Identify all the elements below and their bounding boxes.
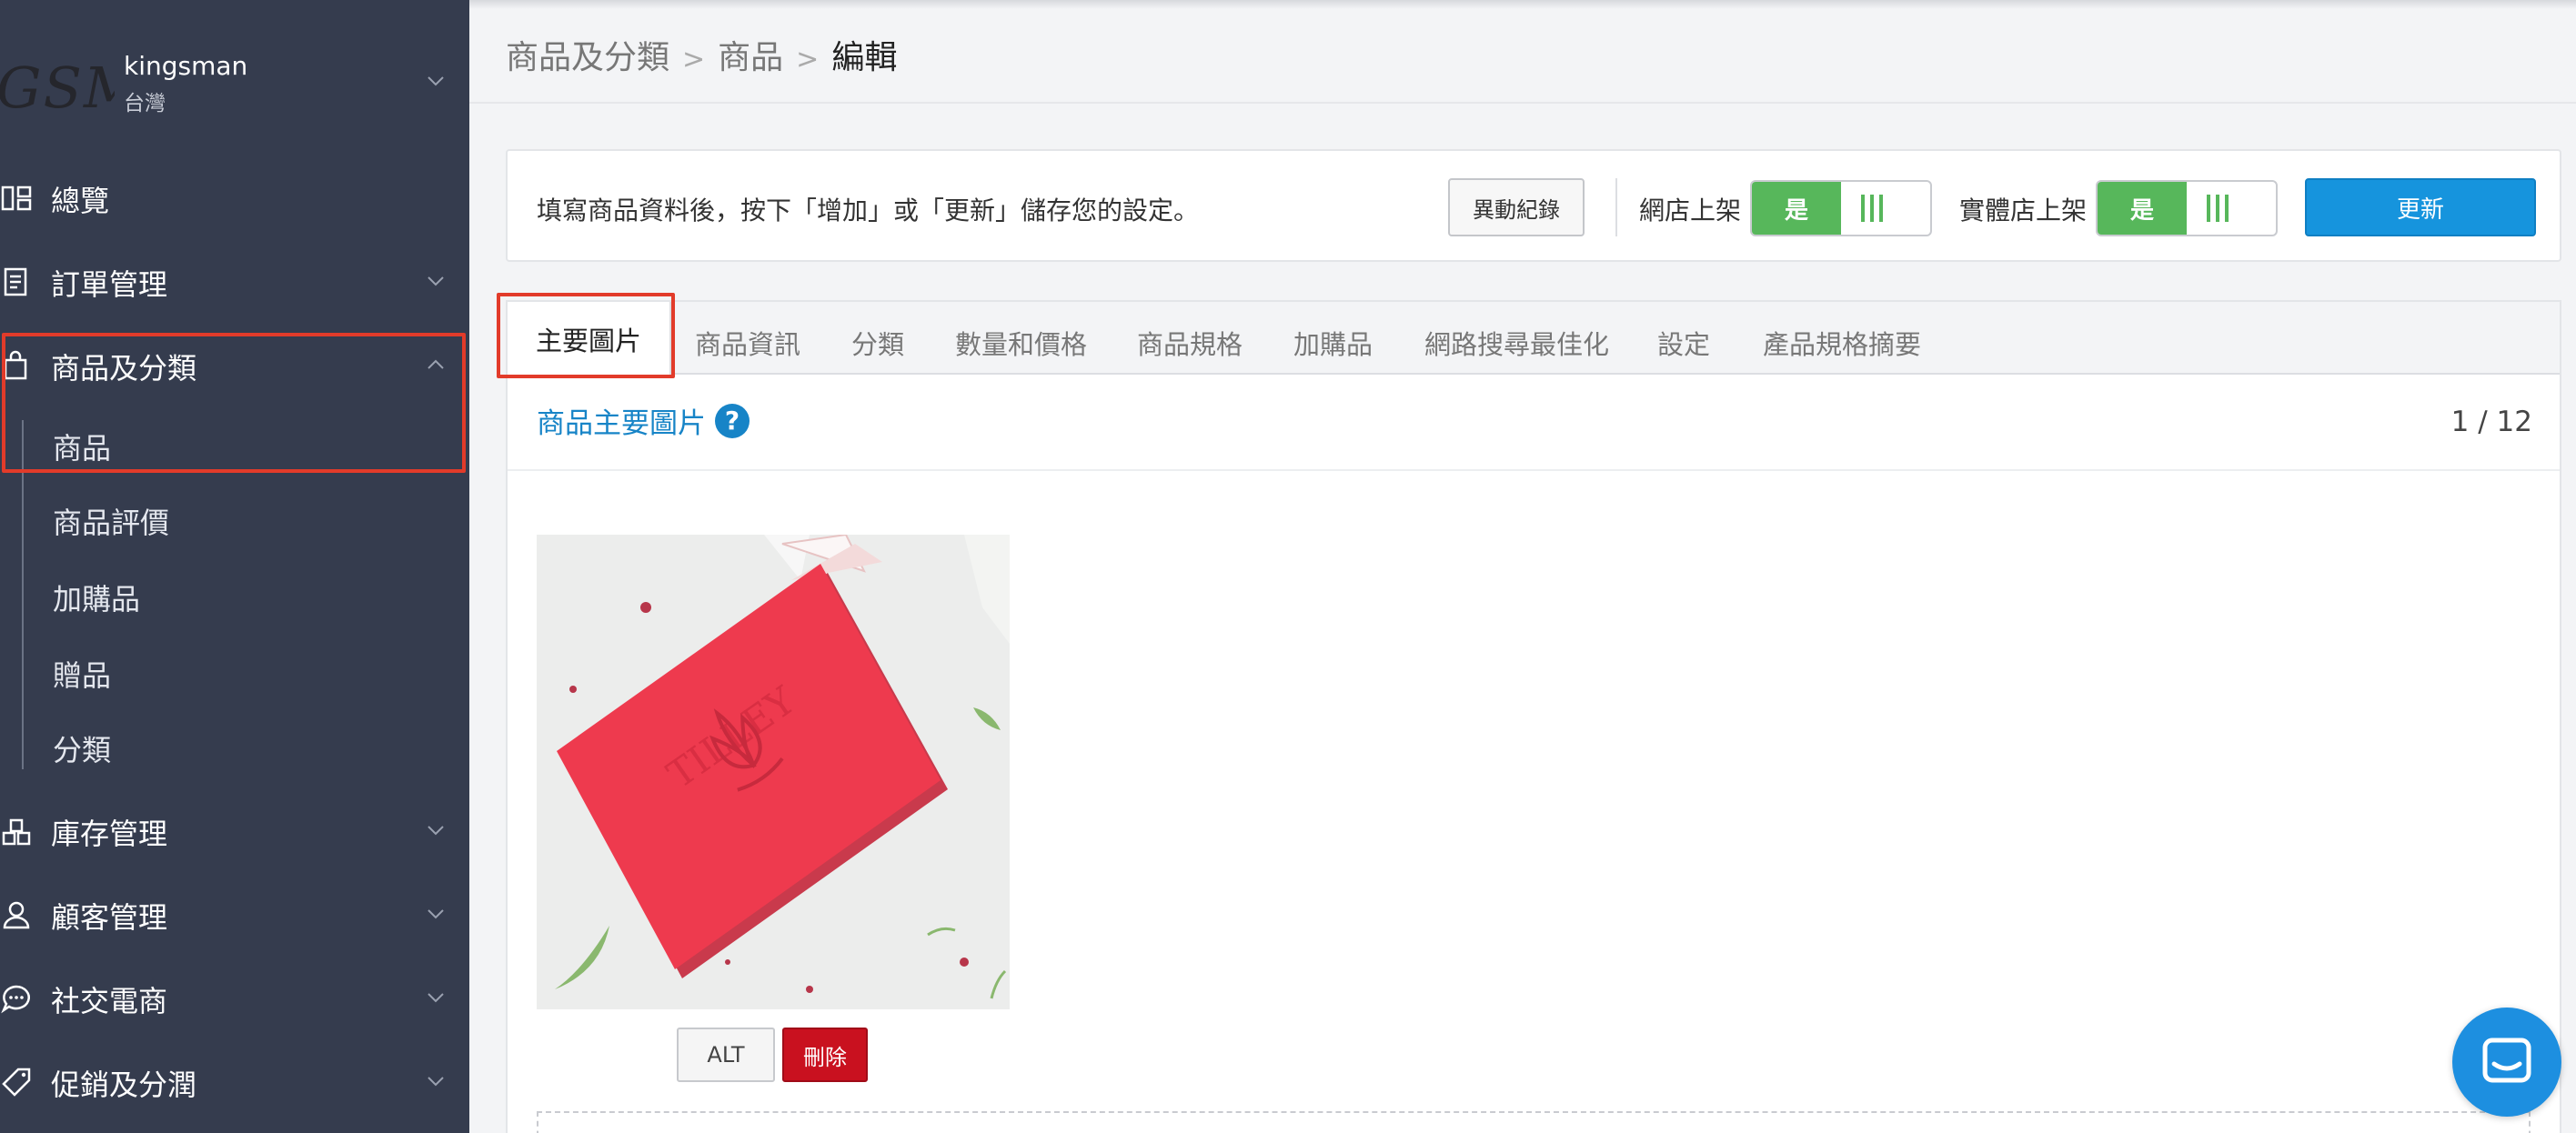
online-store-label: 網店上架: [1639, 196, 1742, 226]
sidebar-item-inventory[interactable]: 庫存管理: [0, 793, 469, 866]
user-icon: [0, 898, 33, 931]
toggle-grip-icon: [1861, 195, 1883, 222]
tab-settings[interactable]: 設定: [1657, 324, 1710, 362]
chevron-down-icon: [426, 820, 446, 840]
breadcrumb-separator: >: [682, 44, 706, 75]
sidebar-subitem-categories[interactable]: 分類: [53, 727, 111, 769]
sidebar-subitem-addons[interactable]: 加購品: [53, 577, 140, 618]
highlight-annotation: [497, 293, 675, 378]
section-divider: [508, 469, 2560, 471]
tab-quantity-price[interactable]: 數量和價格: [955, 324, 1087, 362]
history-button[interactable]: 異動紀錄: [1448, 178, 1585, 236]
product-edit-panel: 主要圖片 商品資訊 分類 數量和價格 商品規格 加購品 網路搜尋最佳化 設定 產…: [506, 300, 2561, 1133]
chevron-down-icon: [426, 71, 446, 91]
sidebar: GSM kingsman 台灣 總覽 訂單管理 商品及分類 商品 商品評價 加購…: [0, 0, 469, 1133]
chevron-down-icon: [426, 271, 446, 291]
toggle-on-label: 是: [1752, 182, 1841, 235]
highlight-annotation: [2, 333, 466, 473]
receipt-icon: [0, 266, 33, 298]
sidebar-item-label: 庫存管理: [51, 817, 168, 851]
instruction-text: 填寫商品資料後，按下「增加」或「更新」儲存您的設定。: [537, 196, 1200, 226]
chat-support-button[interactable]: [2452, 1008, 2561, 1117]
sidebar-item-label: 訂單管理: [51, 267, 168, 302]
online-store-toggle[interactable]: 是: [1750, 180, 1932, 236]
sidebar-subitem-reviews[interactable]: 商品評價: [53, 500, 169, 542]
chat-icon: [2482, 1038, 2531, 1083]
delete-image-button[interactable]: 刪除: [782, 1028, 868, 1082]
help-icon[interactable]: ?: [715, 403, 750, 438]
tab-spec-summary[interactable]: 產品規格摘要: [1763, 324, 1921, 362]
sidebar-item-orders[interactable]: 訂單管理: [0, 244, 469, 316]
top-shadow: [469, 0, 2576, 9]
tab-categories[interactable]: 分類: [851, 324, 904, 362]
breadcrumb-separator: >: [796, 44, 820, 75]
sidebar-item-social-commerce[interactable]: 社交電商: [0, 960, 469, 1033]
breadcrumb: 商品及分類 > 商品 > 編輯: [506, 31, 897, 78]
physical-store-label: 實體店上架: [1959, 196, 2088, 226]
inventory-icon: [0, 815, 33, 847]
tab-specifications[interactable]: 商品規格: [1137, 324, 1243, 362]
tab-product-info[interactable]: 商品資訊: [695, 324, 800, 362]
section-title-text: 商品主要圖片: [537, 407, 706, 440]
store-name: kingsman: [124, 51, 248, 81]
sidebar-item-customers[interactable]: 顧客管理: [0, 877, 469, 949]
store-switcher[interactable]: GSM kingsman 台灣: [0, 36, 469, 127]
alt-text-button[interactable]: ALT: [677, 1028, 775, 1082]
tab-bar: 主要圖片 商品資訊 分類 數量和價格 商品規格 加購品 網路搜尋最佳化 設定 產…: [508, 302, 2560, 376]
store-logo: GSM: [0, 55, 115, 121]
physical-store-toggle[interactable]: 是: [2096, 180, 2278, 236]
header-divider: [469, 102, 2576, 104]
image-counter: 1 / 12: [2450, 406, 2532, 438]
sidebar-item-label: 顧客管理: [51, 900, 168, 935]
sidebar-item-label: 社交電商: [51, 984, 168, 1018]
store-region: 台灣: [124, 92, 166, 115]
action-bar: 填寫商品資料後，按下「增加」或「更新」儲存您的設定。 異動紀錄 網店上架 是 實…: [506, 149, 2561, 262]
image-upload-dropzone[interactable]: [537, 1111, 2531, 1133]
dashboard-icon: [0, 182, 33, 215]
section-title: 商品主要圖片 ?: [537, 400, 750, 441]
breadcrumb-item[interactable]: 商品: [718, 39, 783, 76]
sidebar-item-promotions[interactable]: 促銷及分潤: [0, 1044, 469, 1117]
chat-icon: [0, 982, 33, 1015]
update-button[interactable]: 更新: [2305, 178, 2536, 236]
chevron-down-icon: [426, 1071, 446, 1091]
breadcrumb-current: 編輯: [831, 39, 898, 76]
sidebar-subitem-gifts[interactable]: 贈品: [53, 653, 111, 695]
chevron-down-icon: [426, 988, 446, 1008]
toggle-grip-icon: [2207, 195, 2229, 222]
chevron-down-icon: [426, 904, 446, 924]
divider: [1615, 178, 1617, 236]
sidebar-item-overview[interactable]: 總覽: [0, 160, 469, 233]
breadcrumb-item[interactable]: 商品及分類: [506, 39, 669, 76]
toggle-on-label: 是: [2098, 182, 2187, 235]
tab-addons[interactable]: 加購品: [1293, 324, 1373, 362]
sidebar-item-label: 總覽: [51, 184, 110, 218]
tab-seo[interactable]: 網路搜尋最佳化: [1424, 324, 1609, 362]
sidebar-item-label: 促銷及分潤: [51, 1068, 197, 1102]
tag-icon: [0, 1066, 33, 1098]
product-main-image[interactable]: TILLEY: [537, 535, 1010, 1009]
